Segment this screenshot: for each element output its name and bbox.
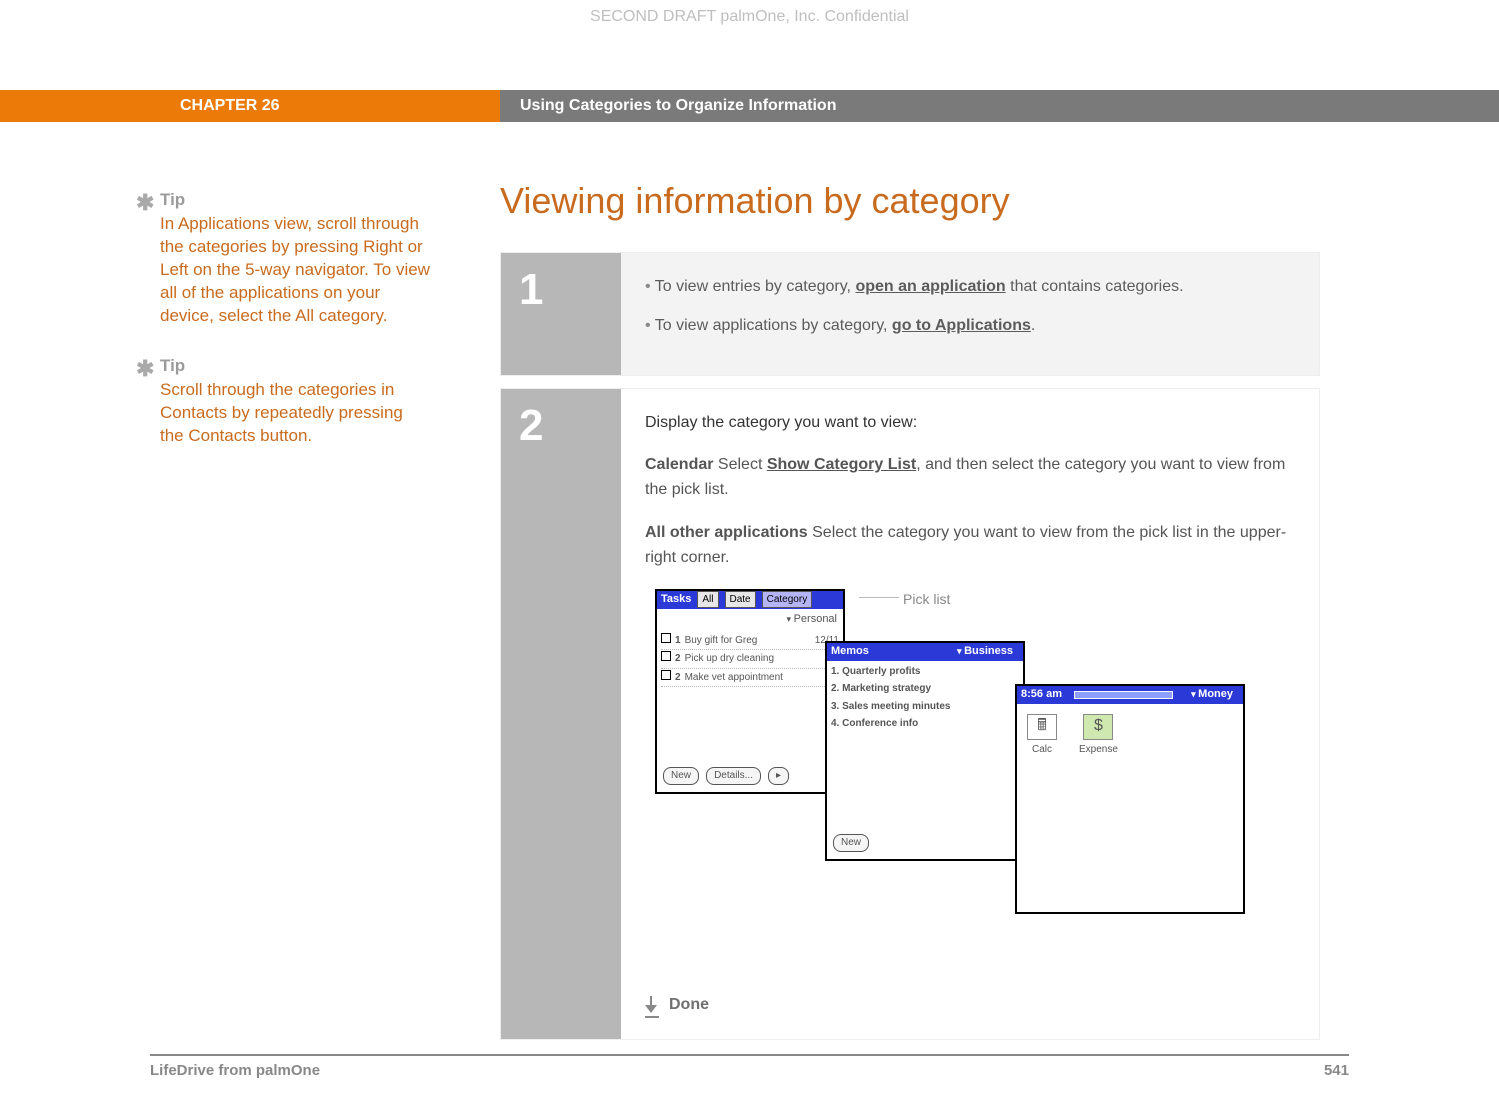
tasks-details-button: Details... (706, 767, 761, 785)
checkbox-icon (661, 651, 671, 661)
task-priority: 1 (675, 633, 681, 649)
tasks-title: Tasks (661, 591, 691, 608)
calculator-icon: 🖩 (1027, 714, 1057, 740)
step-number: 1 (501, 253, 621, 375)
task-row: 2Pick up dry cleaning1 (661, 650, 839, 669)
tasks-tab: Date (725, 591, 756, 609)
tip-body: Scroll through the categories in Contact… (160, 379, 430, 448)
task-row: 2Make vet appointment1 (661, 669, 839, 688)
battery-icon (1074, 691, 1173, 699)
label-other-apps: All other applications (645, 524, 808, 541)
memos-list: 1. Quarterly profits 2. Marketing strate… (827, 661, 1023, 735)
confidential-watermark: SECOND DRAFT palmOne, Inc. Confidential (0, 8, 1499, 26)
link-go-to-applications[interactable]: go to Applications (892, 317, 1031, 334)
chapter-header: CHAPTER 26 Using Categories to Organize … (0, 90, 1499, 122)
memos-titlebar: Memos Business (827, 643, 1023, 661)
tip-label: Tip (160, 356, 185, 375)
tasks-list: 1Buy gift for Greg12/11 2Pick up dry cle… (657, 630, 843, 690)
apps-time: 8:56 am (1021, 686, 1062, 703)
chapter-title: Using Categories to Organize Information (500, 90, 1499, 122)
checkbox-icon (661, 670, 671, 680)
tasks-new-button: New (663, 767, 699, 785)
memos-screenshot: Memos Business 1. Quarterly profits 2. M… (825, 641, 1025, 861)
tasks-screenshot: Tasks All Date Category Personal 1Buy gi… (655, 589, 845, 794)
apps-category-picklist: Money (1185, 684, 1239, 705)
memo-item: 1. Quarterly profits (831, 663, 1019, 681)
task-row: 1Buy gift for Greg12/11 (661, 632, 839, 651)
tasks-tab-selected: Category (762, 591, 813, 609)
down-arrow-icon (645, 998, 659, 1012)
tip-body: In Applications view, scroll through the… (160, 213, 430, 328)
tip-block: ✱Tip In Applications view, scroll throug… (160, 190, 430, 328)
step-1: 1 To view entries by category, open an a… (500, 252, 1320, 376)
tasks-titlebar: Tasks All Date Category (657, 591, 843, 609)
page-footer: LifeDrive from palmOne 541 (150, 1054, 1349, 1079)
picklist-callout: Pick list (903, 589, 950, 611)
applications-screenshot: 8:56 am Money 🖩 Calc $ Expense (1015, 684, 1245, 914)
app-icon-expense: $ Expense (1079, 714, 1118, 758)
task-priority: 2 (675, 670, 681, 686)
app-label: Expense (1079, 744, 1118, 755)
text: To view entries by category, (655, 278, 856, 295)
tasks-category-picklist: Personal (657, 609, 843, 630)
asterisk-icon: ✱ (136, 356, 154, 382)
footer-product: LifeDrive from palmOne (150, 1062, 320, 1079)
text: To view applications by category, (655, 317, 892, 334)
app-label: Calc (1032, 744, 1052, 755)
chapter-number: CHAPTER 26 (150, 90, 500, 122)
screenshots-area: Tasks All Date Category Personal 1Buy gi… (645, 589, 1295, 979)
expense-icon: $ (1083, 714, 1113, 740)
tasks-note-button: ▸ (768, 767, 789, 785)
link-show-category-list[interactable]: Show Category List (767, 456, 916, 473)
app-icon-calc: 🖩 Calc (1027, 714, 1057, 758)
step-bullet: To view entries by category, open an app… (645, 275, 1295, 300)
memo-item: 4. Conference info (831, 715, 1019, 733)
task-text: Pick up dry cleaning (685, 651, 830, 667)
task-text: Buy gift for Greg (685, 633, 811, 649)
app-icon-grid: 🖩 Calc $ Expense (1017, 704, 1243, 768)
memos-title: Memos (831, 643, 869, 660)
done-indicator: Done (645, 993, 1295, 1018)
text: . (1031, 317, 1035, 334)
memos-category-picklist: Business (951, 641, 1019, 662)
step-body: To view entries by category, open an app… (621, 253, 1319, 375)
tip-label: Tip (160, 190, 185, 209)
callout-line (859, 597, 899, 598)
task-priority: 2 (675, 651, 681, 667)
step-number: 2 (501, 389, 621, 1040)
memos-new-button: New (833, 834, 869, 852)
text: that contains categories. (1006, 278, 1184, 295)
tasks-tab: All (697, 591, 718, 609)
step-intro: Display the category you want to view: (645, 411, 1295, 436)
step-body: Display the category you want to view: C… (621, 389, 1319, 1040)
text: Select (713, 456, 766, 473)
label-calendar: Calendar (645, 456, 713, 473)
step-bullet: To view applications by category, go to … (645, 314, 1295, 339)
done-label: Done (669, 993, 709, 1018)
section-heading: Viewing information by category (500, 180, 1320, 222)
step-2: 2 Display the category you want to view:… (500, 388, 1320, 1041)
tips-sidebar: ✱Tip In Applications view, scroll throug… (160, 190, 430, 476)
asterisk-icon: ✱ (136, 190, 154, 216)
link-open-application[interactable]: open an application (855, 278, 1005, 295)
apps-titlebar: 8:56 am Money (1017, 686, 1243, 704)
memo-item: 2. Marketing strategy (831, 680, 1019, 698)
tip-block: ✱Tip Scroll through the categories in Co… (160, 356, 430, 448)
footer-page-number: 541 (1324, 1062, 1349, 1079)
header-accent (0, 90, 150, 122)
task-text: Make vet appointment (685, 670, 830, 686)
main-content: Viewing information by category 1 To vie… (500, 180, 1320, 1052)
memo-item: 3. Sales meeting minutes (831, 698, 1019, 716)
checkbox-icon (661, 633, 671, 643)
